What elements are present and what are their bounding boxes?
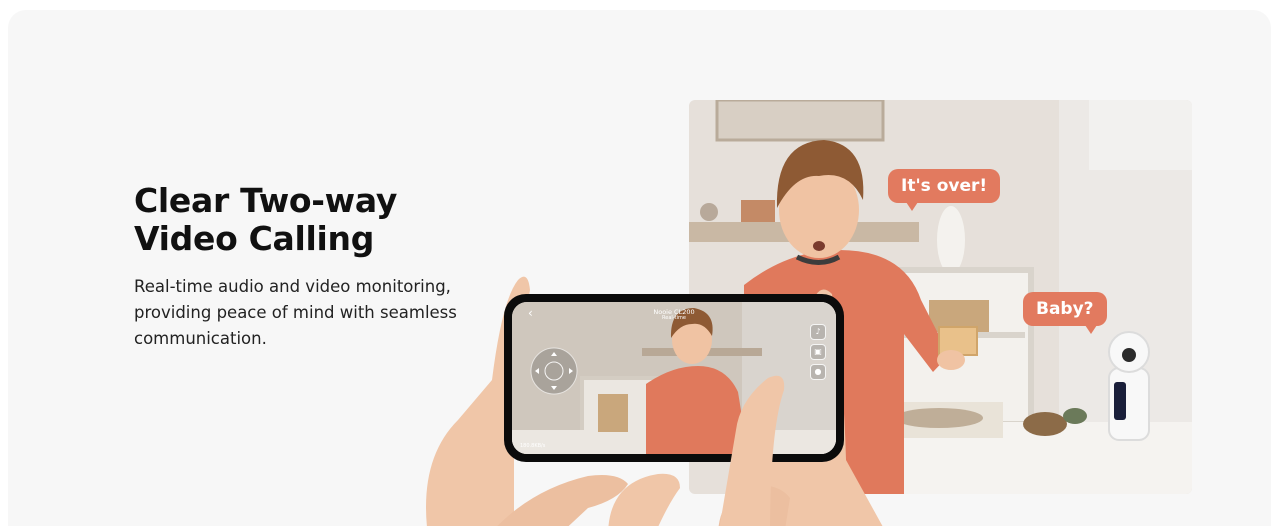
feature-card: Clear Two-way Video Calling Real-time au… [8, 10, 1271, 526]
speech-bubble-child: It's over! [888, 169, 1001, 211]
speech-bubble-parent: Baby? [1023, 292, 1107, 334]
speech-bubble-tail [906, 202, 918, 211]
phone-speed-readout: 180.8KB/s [520, 443, 546, 449]
speech-bubble-child-text: It's over! [901, 176, 988, 196]
speech-bubble-tail [1085, 325, 1097, 334]
feature-title-line-2: Video Calling [134, 219, 375, 258]
phone-in-hands: ‹ Nooie CL200 Real-time ♪ ▣ ● 180.8KB/s [418, 260, 908, 526]
phone-screen: ‹ Nooie CL200 Real-time ♪ ▣ ● 180.8KB/s [512, 302, 836, 454]
ptz-joystick-icon[interactable] [529, 346, 579, 396]
speaker-icon[interactable]: ♪ [810, 324, 826, 340]
record-icon[interactable]: ● [810, 364, 826, 380]
screenshot-icon[interactable]: ▣ [810, 344, 826, 360]
speech-bubble-parent-text: Baby? [1036, 299, 1094, 319]
smartphone: ‹ Nooie CL200 Real-time ♪ ▣ ● 180.8KB/s [504, 294, 844, 462]
feature-title: Clear Two-way Video Calling [134, 182, 494, 258]
feature-title-line-1: Clear Two-way [134, 181, 398, 220]
phone-stream-status: Real-time [662, 315, 686, 321]
